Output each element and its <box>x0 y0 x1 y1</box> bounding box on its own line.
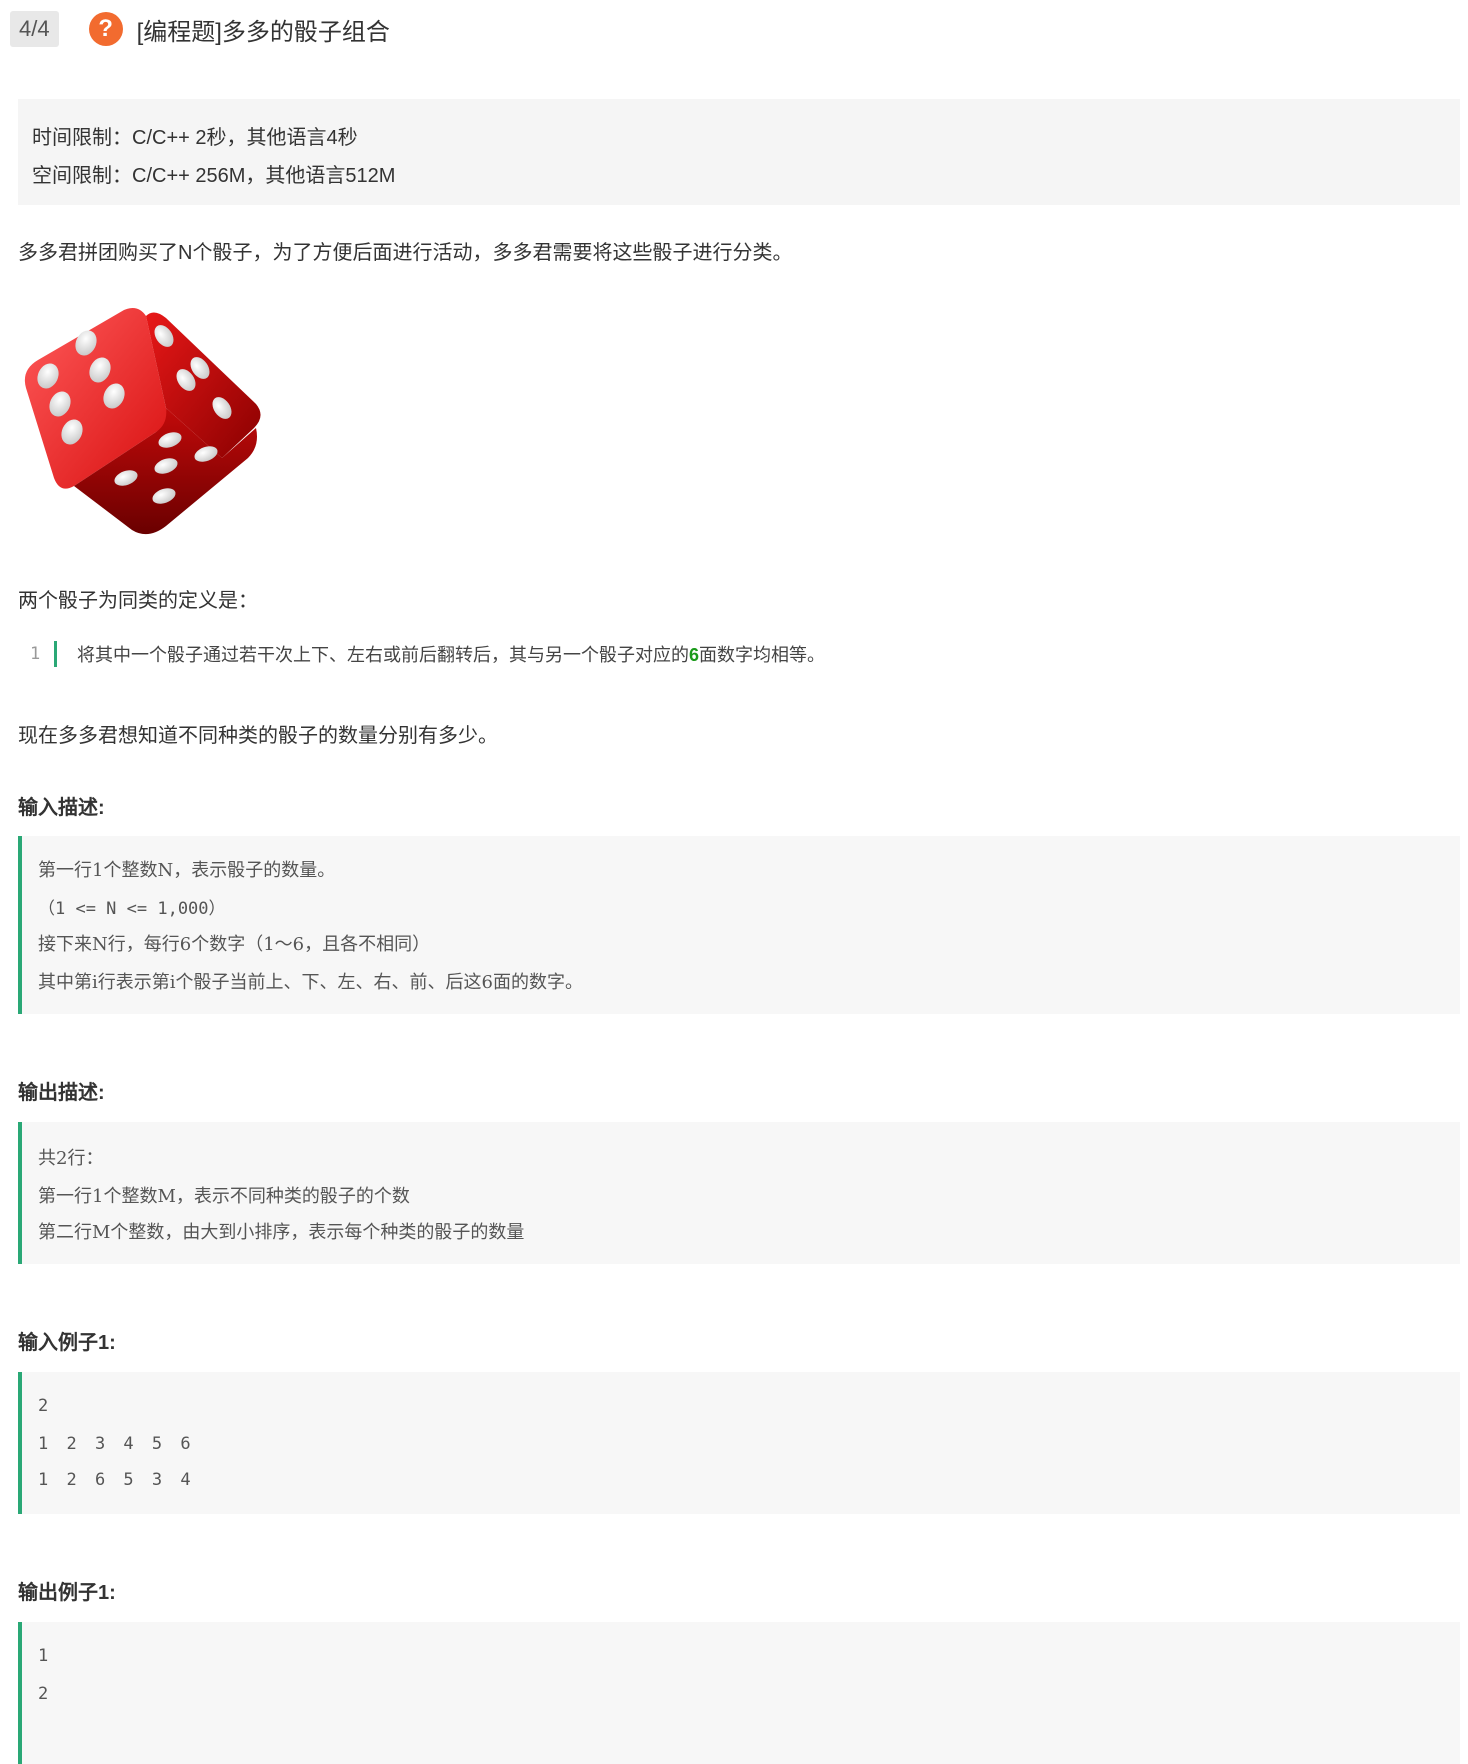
output-example-box: 1 2 <box>18 1622 1460 1764</box>
output-desc-box: 共2行： 第一行1个整数M，表示不同种类的骰子的个数 第二行M个整数，由大到小排… <box>18 1122 1460 1264</box>
input-example-box: 2 1 2 3 4 5 6 1 2 6 5 3 4 <box>18 1372 1460 1514</box>
input-desc-line: （1 <= N <= 1,000） <box>38 899 226 919</box>
line-number: 1 <box>30 644 41 664</box>
definition-heading: 两个骰子为同类的定义是： <box>18 590 258 612</box>
definition-highlight: 6 <box>689 645 700 665</box>
output-desc-line: 第一行1个整数M，表示不同种类的骰子的个数 <box>38 1186 410 1207</box>
progress-badge: 4/4 <box>10 11 59 47</box>
input-example-heading: 输入例子1: <box>18 1332 116 1354</box>
time-limit: 时间限制：C/C++ 2秒，其他语言4秒 <box>32 127 358 149</box>
question-text: 现在多多君想知道不同种类的骰子的数量分别有多少。 <box>18 725 498 747</box>
space-limit: 空间限制：C/C++ 256M，其他语言512M <box>32 165 396 187</box>
output-example-line: 1 <box>38 1646 49 1666</box>
code-accent-bar <box>54 641 57 667</box>
input-example-line: 1 2 6 5 3 4 <box>38 1470 195 1490</box>
definition-text: 将其中一个骰子通过若干次上下、左右或前后翻转后，其与另一个骰子对应的6面数字均相… <box>77 645 826 666</box>
output-desc-line: 第二行M个整数，由大到小排序，表示每个种类的骰子的数量 <box>38 1222 525 1243</box>
definition-code-block: 1 将其中一个骰子通过若干次上下、左右或前后翻转后，其与另一个骰子对应的6面数字… <box>30 638 825 670</box>
input-desc-line: 接下来N行，每行6个数字（1～6，且各不相同） <box>38 934 431 955</box>
output-example-heading: 输出例子1: <box>18 1582 116 1604</box>
input-desc-line: 第一行1个整数N，表示骰子的数量。 <box>38 860 336 881</box>
input-desc-box: 第一行1个整数N，表示骰子的数量。 （1 <= N <= 1,000） 接下来N… <box>18 836 1460 1014</box>
input-desc-heading: 输入描述: <box>18 797 105 819</box>
input-desc-line: 其中第i行表示第i个骰子当前上、下、左、右、前、后这6面的数字。 <box>38 972 583 993</box>
problem-header: 4/4 ? [编程题]多多的骰子组合 <box>10 10 390 48</box>
input-example-line: 1 2 3 4 5 6 <box>38 1434 195 1454</box>
dice-image <box>24 308 261 535</box>
output-desc-heading: 输出描述: <box>18 1082 105 1104</box>
output-desc-line: 共2行： <box>38 1148 104 1169</box>
question-icon: ? <box>88 12 123 46</box>
output-example-line: 2 <box>38 1684 49 1704</box>
input-example-line: 2 <box>38 1396 53 1416</box>
problem-title: [编程题]多多的骰子组合 <box>136 18 390 46</box>
limits-panel: 时间限制：C/C++ 2秒，其他语言4秒 空间限制：C/C++ 256M，其他语… <box>18 99 1460 205</box>
intro-text: 多多君拼团购买了N个骰子，为了方便后面进行活动，多多君需要将这些骰子进行分类。 <box>18 242 793 264</box>
